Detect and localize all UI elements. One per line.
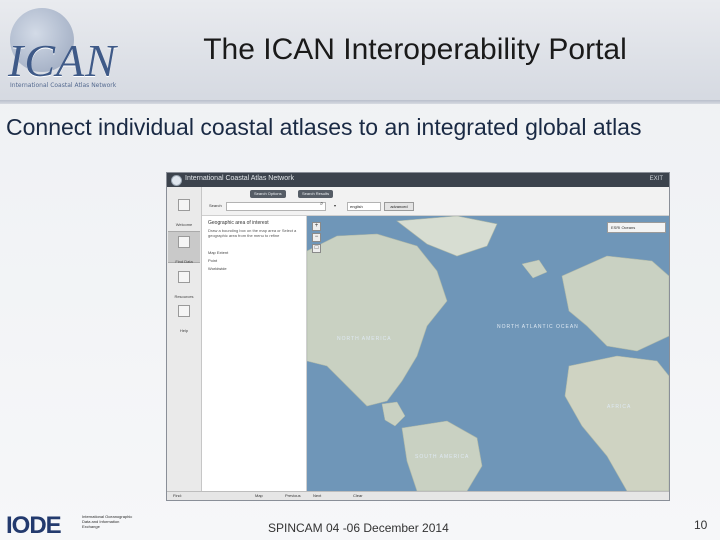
nav-item-find-data[interactable]: Find Data <box>168 231 200 264</box>
ican-logo-text: ICAN <box>8 35 117 86</box>
nav-label: Help <box>179 328 189 333</box>
portal-left-nav: Welcome Find Data Resources Help <box>167 187 202 491</box>
home-extent-button[interactable]: □ <box>312 244 321 253</box>
tab-search-results[interactable]: Search Results <box>298 190 334 198</box>
status-previous[interactable]: Previous <box>285 493 301 498</box>
nav-label: Welcome <box>175 222 193 227</box>
portal-logo-icon[interactable] <box>171 175 182 186</box>
status-next[interactable]: Next <box>313 493 321 498</box>
search-icon[interactable]: ⌕ <box>320 201 323 208</box>
panel-heading: Geographic area of interest <box>208 220 269 226</box>
header-divider <box>0 100 720 104</box>
nav-label: Find Data <box>175 259 193 264</box>
footer-event: SPINCAM 04 -06 December 2014 <box>268 521 449 535</box>
nav-item-resources[interactable]: Resources <box>168 267 200 299</box>
zoom-in-button[interactable]: + <box>312 222 321 231</box>
status-map[interactable]: Map <box>255 493 263 498</box>
slide-subtitle: Connect individual coastal atlases to an… <box>6 114 642 140</box>
slide-title: The ICAN Interoperability Portal <box>203 33 627 66</box>
zoom-out-button[interactable]: − <box>312 233 321 242</box>
option-worldwide[interactable]: Worldwide <box>208 266 227 271</box>
map-label-north-atlantic: NORTH ATLANTIC OCEAN <box>497 324 579 330</box>
option-point[interactable]: Point <box>208 258 217 263</box>
world-map <box>307 216 669 491</box>
portal-toolbar: Search Options Search Results Search ⌕ ▾… <box>202 187 669 216</box>
map-label-south-america: SOUTH AMERICA <box>415 454 470 460</box>
search-input[interactable] <box>226 202 326 211</box>
search-data-icon <box>178 236 190 248</box>
option-map-extent[interactable]: Map Extent <box>208 250 228 255</box>
map-label-north-america: NORTH AMERICA <box>337 336 392 342</box>
home-icon <box>178 199 190 211</box>
panel-instructions: Draw a bounding box on the map area or S… <box>208 228 297 238</box>
search-label: Search <box>209 203 222 208</box>
basemap-select[interactable]: ESRI Oceans <box>607 222 666 233</box>
portal-topbar: International Coastal Atlas Network EXIT <box>167 173 669 187</box>
map-view[interactable]: + − □ ESRI Oceans NORTH AMERICA NORTH AT… <box>307 216 669 491</box>
help-icon <box>178 305 190 317</box>
chevron-down-icon[interactable]: ▾ <box>334 203 336 208</box>
status-find: Find: <box>173 493 182 498</box>
map-label-africa: AFRICA <box>607 404 632 410</box>
language-select[interactable]: english <box>347 202 381 211</box>
nav-label: Resources <box>174 294 194 299</box>
tab-search-options[interactable]: Search Options <box>250 190 286 198</box>
ican-logo: ICAN International Coastal Atlas Network <box>4 4 116 96</box>
resources-icon <box>178 271 190 283</box>
portal-app-title: International Coastal Atlas Network <box>185 175 294 182</box>
search-options-panel: Geographic area of interest Draw a bound… <box>202 216 307 491</box>
nav-item-welcome[interactable]: Welcome <box>168 195 200 227</box>
status-clear[interactable]: Clear <box>353 493 363 498</box>
iode-logo: IODE International Oceanographic Data an… <box>6 512 132 540</box>
iode-logo-text: IODE <box>6 512 62 539</box>
portal-status-bar: Find: Map Previous Next Clear <box>167 491 669 500</box>
zoom-control: + − □ <box>312 222 321 255</box>
advanced-button[interactable]: advanced <box>384 202 414 211</box>
portal-screenshot: International Coastal Atlas Network EXIT… <box>166 172 670 501</box>
exit-link[interactable]: EXIT <box>650 176 663 182</box>
nav-item-help[interactable]: Help <box>168 301 200 333</box>
slide-header: ICAN International Coastal Atlas Network… <box>0 0 720 102</box>
ican-logo-tagline: International Coastal Atlas Network <box>10 82 117 89</box>
iode-logo-subtitle: International Oceanographic Data and Inf… <box>82 514 133 529</box>
page-number: 10 <box>694 518 708 532</box>
